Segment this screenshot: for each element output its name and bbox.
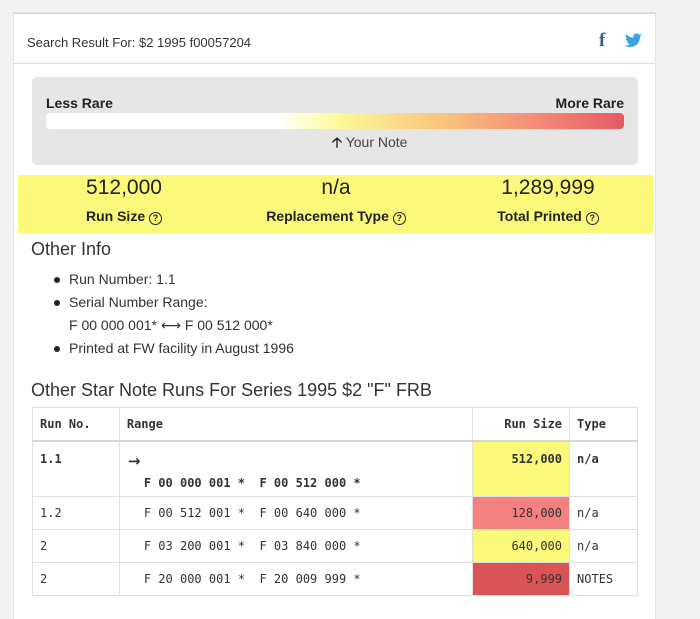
result-header: Search Result For: $2 1995 f00057204 f: [14, 14, 655, 64]
other-info-list: Run Number: 1.1 Serial Number Range: F 0…: [54, 268, 294, 360]
more-rare-label: More Rare: [555, 95, 624, 111]
table-header-row: Run No. Range Run Size Type: [32, 407, 638, 442]
type-cell: n/a: [569, 440, 638, 497]
other-info-heading: Other Info: [31, 239, 112, 259]
replacement-type-label: Replacement Type: [266, 208, 389, 224]
help-icon[interactable]: ?: [149, 212, 162, 225]
range-cell: F 20 000 001 * F 20 009 999 *: [118, 562, 474, 596]
range-cell: → F 00 000 001 * F 00 512 000 *: [118, 440, 474, 497]
run-size-label: Run Size: [85, 208, 146, 224]
stat-total-printed: 1,289,999 Total Printed ?: [442, 175, 654, 225]
range-end: F 00 640 000 *: [259, 506, 361, 520]
up-arrow-icon: 🡡: [332, 134, 343, 150]
help-icon[interactable]: ?: [585, 212, 599, 225]
table-row[interactable]: 1.1 → F 00 000 001 * F 00 512 000 * 512,…: [32, 440, 638, 497]
type-cell: n/a: [569, 529, 638, 563]
stat-run-size: 512,000 Run Size ?: [18, 175, 230, 225]
serial-range-start: F 00 000 001*: [69, 317, 157, 333]
stats-band: 512,000 Run Size ? n/a Replacement Type …: [18, 175, 653, 233]
help-icon[interactable]: ?: [392, 212, 406, 225]
run-number-item: Run Number: 1.1: [54, 268, 294, 291]
type-cell: NOTES: [569, 562, 638, 596]
printed-at-item: Printed at FW facility in August 1996: [54, 337, 294, 360]
run-no-cell: 1.1: [32, 440, 120, 497]
type-cell: n/a: [569, 496, 638, 530]
range-start: F 00 000 001 *: [143, 475, 246, 490]
range-end: F 00 512 000 *: [259, 475, 361, 490]
search-result-label: Search Result For: $2 1995 f00057204: [27, 35, 252, 50]
run-no-cell: 2: [32, 529, 120, 563]
range-end: F 03 840 000 *: [259, 539, 361, 553]
rarity-scale: Less Rare More Rare 🡡 Your Note: [32, 77, 638, 165]
run-no-cell: 2: [32, 562, 120, 596]
col-run-size: Run Size: [472, 407, 571, 442]
col-run-no: Run No.: [32, 407, 120, 442]
col-range: Range: [118, 407, 474, 442]
col-type: Type: [569, 407, 638, 442]
table-row[interactable]: 1.2 F 00 512 001 * F 00 640 000 * 128,00…: [32, 496, 638, 530]
runs-heading: Other Star Note Runs For Series 1995 $2 …: [31, 380, 432, 400]
top-divider: [13, 12, 656, 14]
serial-range-item: Serial Number Range: F 00 000 001* ⟷ F 0…: [54, 291, 294, 337]
range-start: F 03 200 001 *: [143, 539, 246, 553]
table-row[interactable]: 2 F 03 200 001 * F 03 840 000 * 640,000 …: [32, 529, 638, 563]
your-note-marker: 🡡 Your Note: [332, 132, 407, 156]
run-size-cell: 512,000: [472, 440, 571, 497]
run-size-cell: 128,000: [472, 496, 571, 530]
double-arrow-icon: ⟷: [160, 317, 181, 333]
stat-replacement-type: n/a Replacement Type ?: [230, 175, 442, 225]
range-start: F 00 512 001 *: [143, 506, 246, 520]
run-size-value: 512,000: [86, 176, 162, 199]
right-arrow-icon: →: [127, 451, 141, 470]
your-note-label: Your Note: [345, 134, 408, 150]
table-row[interactable]: 2 F 20 000 001 * F 20 009 999 * 9,999 NO…: [32, 562, 638, 596]
result-panel: Search Result For: $2 1995 f00057204 f L…: [13, 12, 656, 619]
rarity-gradient-bar: [46, 113, 624, 129]
range-cell: F 03 200 001 * F 03 840 000 *: [118, 529, 474, 563]
range-start: F 20 000 001 *: [143, 572, 246, 586]
serial-range-end: F 00 512 000*: [184, 317, 273, 333]
range-cell: F 00 512 001 * F 00 640 000 *: [118, 496, 474, 530]
runs-table: Run No. Range Run Size Type 1.1 → F 00 0…: [32, 407, 638, 596]
less-rare-label: Less Rare: [46, 95, 113, 111]
run-no-cell: 1.2: [32, 496, 120, 530]
twitter-icon[interactable]: [625, 33, 642, 48]
facebook-icon[interactable]: f: [599, 30, 605, 52]
serial-range-label: Serial Number Range:: [69, 294, 208, 310]
total-printed-label: Total Printed: [497, 208, 582, 224]
run-size-cell: 9,999: [472, 562, 571, 596]
range-end: F 20 009 999 *: [259, 572, 361, 586]
replacement-type-value: n/a: [321, 176, 351, 199]
total-printed-value: 1,289,999: [501, 176, 595, 199]
run-size-cell: 640,000: [472, 529, 571, 563]
